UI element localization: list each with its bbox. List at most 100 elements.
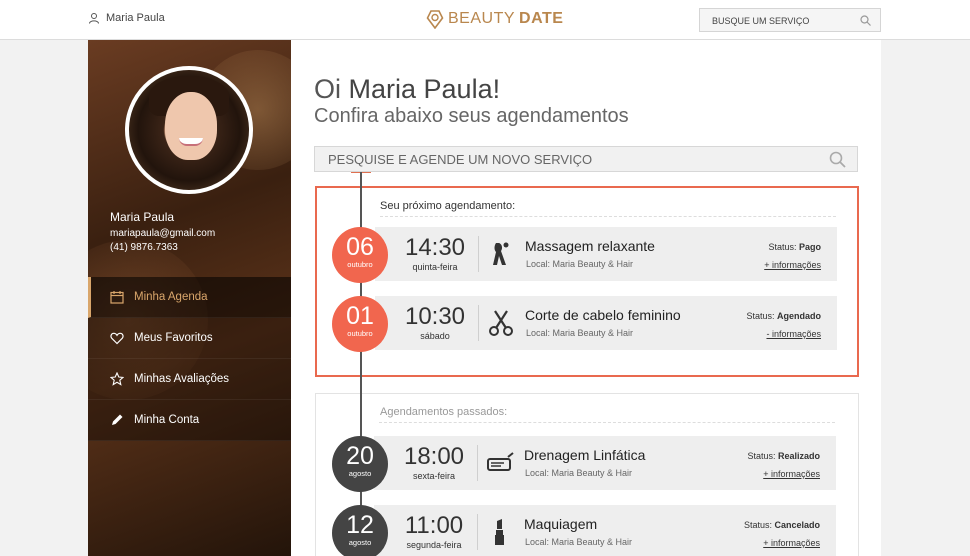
past-appointments-title: Agendamentos passados: xyxy=(380,406,508,418)
greeting-name: Maria Paula! xyxy=(348,74,501,104)
status-value: Realizado xyxy=(777,451,820,461)
date-month: outubro xyxy=(347,329,373,338)
more-info-link[interactable]: - informações xyxy=(766,329,821,339)
heart-icon xyxy=(110,332,124,345)
sidebar-item-minha-agenda[interactable]: Minha Agenda xyxy=(88,277,291,318)
service-name: Massagem relaxante xyxy=(525,238,655,254)
divider xyxy=(478,236,479,272)
calendar-icon xyxy=(110,291,124,304)
next-appointments-title: Seu próximo agendamento: xyxy=(380,200,516,212)
appointment-time: 11:00 segunda-feira xyxy=(400,512,468,550)
divider xyxy=(477,445,478,481)
date-month: outubro xyxy=(347,260,373,269)
appointment-weekday: segunda-feira xyxy=(406,540,462,550)
appointment-card[interactable]: 14:30 quinta-feira Massagem relaxante Lo… xyxy=(375,227,837,281)
profile-info: Maria Paula mariapaula@gmail.com (41) 98… xyxy=(110,210,215,256)
date-badge: 06 outubro xyxy=(332,227,388,283)
top-header: Maria Paula BEAUTY DATE BUSQUE UM SERVIÇO xyxy=(0,0,970,40)
status-value: Agendado xyxy=(777,311,821,321)
appointment-time: 10:30 sábado xyxy=(401,303,469,341)
date-badge: 12 agosto xyxy=(332,505,388,556)
greeting-prefix: Oi xyxy=(314,74,349,104)
divider xyxy=(478,305,479,341)
service-location: Local: Maria Beauty & Hair xyxy=(525,537,633,547)
sidebar: Maria Paula mariapaula@gmail.com (41) 98… xyxy=(88,40,291,556)
status-badge: Status: Pago xyxy=(768,242,821,252)
pencil-icon xyxy=(112,414,123,425)
status-value: Cancelado xyxy=(774,520,820,530)
avatar-face xyxy=(165,92,217,160)
divider xyxy=(380,216,836,217)
appointment-hour: 18:00 xyxy=(403,443,465,470)
profile-name: Maria Paula xyxy=(110,210,175,224)
logo-text-date: DATE xyxy=(519,10,564,27)
sidebar-item-minha-conta[interactable]: Minha Conta xyxy=(88,400,291,441)
appointment-weekday: sexta-feira xyxy=(412,471,456,481)
page-title: Oi Maria Paula! xyxy=(314,74,500,105)
user-name: Maria Paula xyxy=(106,12,165,24)
appointment-weekday: sábado xyxy=(420,331,450,341)
profile-email: mariapaula@gmail.com xyxy=(110,228,216,239)
status-badge: Status: Cancelado xyxy=(744,520,820,530)
date-badge: 20 agosto xyxy=(332,436,388,492)
date-day: 01 xyxy=(346,302,374,330)
sidebar-item-minhas-avaliacoes[interactable]: Minhas Avaliações xyxy=(88,359,291,400)
logo-icon xyxy=(426,10,444,29)
appointment-card[interactable]: 18:00 sexta-feira Drenagem Linfática Loc… xyxy=(374,436,836,490)
drainage-icon xyxy=(487,452,514,471)
date-day: 12 xyxy=(346,511,374,539)
service-location: Local: Maria Beauty & Hair xyxy=(526,328,634,338)
appointment-hour: 14:30 xyxy=(404,234,466,261)
appointment-time: 18:00 sexta-feira xyxy=(400,443,468,481)
more-info-link[interactable]: + informações xyxy=(763,469,820,479)
date-month: agosto xyxy=(348,538,372,547)
logo-text-beauty: BEAUTY xyxy=(448,10,516,27)
appointment-time: 14:30 quinta-feira xyxy=(401,234,469,272)
status-label: Status: xyxy=(743,520,772,530)
service-name: Corte de cabelo feminino xyxy=(525,307,681,323)
scissors-icon xyxy=(489,310,513,336)
top-search-placeholder: BUSQUE UM SERVIÇO xyxy=(712,16,810,26)
lipstick-icon xyxy=(495,519,504,545)
search-icon[interactable] xyxy=(829,151,846,168)
user-icon xyxy=(89,13,99,24)
top-search-input[interactable]: BUSQUE UM SERVIÇO xyxy=(699,8,881,32)
sidebar-item-label: Meus Favoritos xyxy=(134,332,213,344)
massage-icon xyxy=(493,242,509,265)
appointment-hour: 11:00 xyxy=(404,512,464,539)
user-menu[interactable]: Maria Paula xyxy=(88,12,165,24)
service-location: Local: Maria Beauty & Hair xyxy=(526,259,634,269)
divider xyxy=(477,514,478,550)
date-day: 20 xyxy=(346,442,374,470)
sidebar-item-label: Minha Conta xyxy=(134,414,200,426)
next-appointments-panel: Seu próximo agendamento: 14:30 quinta-fe… xyxy=(315,186,859,377)
status-label: Status: xyxy=(746,311,775,321)
more-info-link[interactable]: + informações xyxy=(763,538,820,548)
date-badge: 01 outubro xyxy=(332,296,388,352)
service-search-input[interactable]: PESQUISE E AGENDE UM NOVO SERVIÇO xyxy=(314,146,858,172)
appointment-card[interactable]: 11:00 segunda-feira Maquiagem Local: Mar… xyxy=(374,505,836,556)
service-location: Local: Maria Beauty & Hair xyxy=(525,468,633,478)
date-month: agosto xyxy=(348,469,372,478)
search-icon[interactable] xyxy=(860,15,871,26)
more-info-link[interactable]: + informações xyxy=(764,260,821,270)
status-label: Status: xyxy=(747,451,776,461)
sidebar-menu: Minha Agenda Meus Favoritos Minhas Avali… xyxy=(88,277,291,441)
avatar[interactable] xyxy=(125,66,253,194)
appointment-weekday: quinta-feira xyxy=(412,262,458,272)
status-badge: Status: Realizado xyxy=(747,451,820,461)
sidebar-item-meus-favoritos[interactable]: Meus Favoritos xyxy=(88,318,291,359)
status-badge: Status: Agendado xyxy=(746,311,821,321)
date-day: 06 xyxy=(346,233,374,261)
logo[interactable]: BEAUTY DATE xyxy=(426,9,563,29)
divider xyxy=(379,422,835,423)
appointment-hour: 10:30 xyxy=(404,303,466,330)
appointment-card[interactable]: 10:30 sábado Corte de cabelo feminino Lo… xyxy=(375,296,837,350)
profile-phone: (41) 9876.7363 xyxy=(110,242,178,253)
service-name: Drenagem Linfática xyxy=(524,447,646,463)
page-subtitle: Confira abaixo seus agendamentos xyxy=(314,105,629,127)
sidebar-item-label: Minha Agenda xyxy=(134,291,208,303)
service-name: Maquiagem xyxy=(524,516,598,532)
past-appointments-panel: Agendamentos passados: 18:00 sexta-feira… xyxy=(315,393,859,556)
sidebar-item-label: Minhas Avaliações xyxy=(134,373,230,385)
